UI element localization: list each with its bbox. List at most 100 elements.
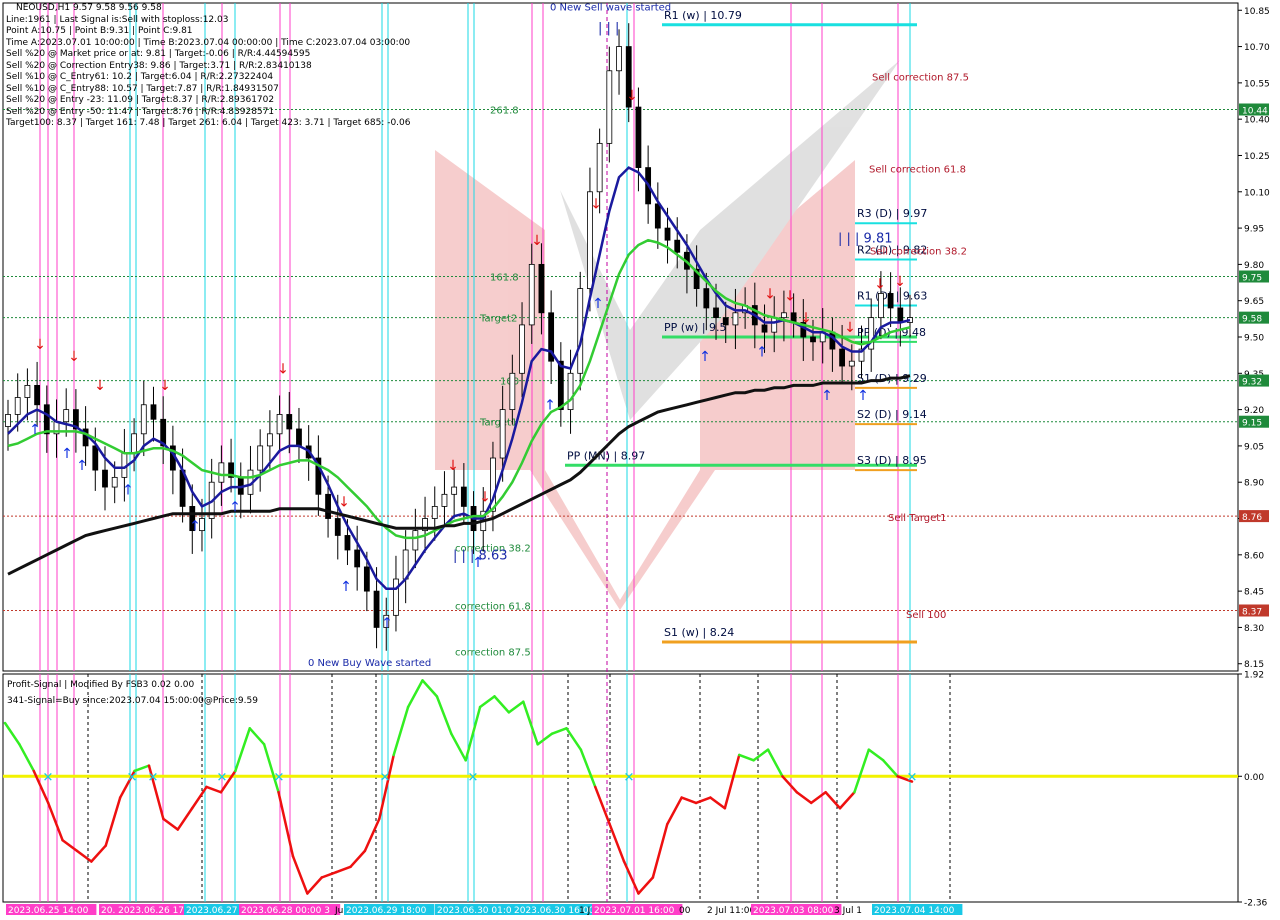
candle-body [412,530,419,551]
price-badge-label: 10.44 [1242,106,1268,116]
fib-level-label: Target2 [479,314,517,325]
cross-signal-icon: ✕ [907,770,918,785]
candle-body [111,476,118,488]
candle-body [14,397,21,415]
buy-arrow-icon: ↑ [229,499,241,515]
candle-body [848,360,855,367]
price-axis-label: 10.85 [1244,7,1270,17]
time-axis-label: 2023.07.01 16:00 [594,906,675,916]
candle-body [373,590,380,628]
candle-body [781,312,787,319]
buy-arrow-icon: ↑ [821,388,833,404]
sell-arrow-icon: ↓ [94,378,106,394]
price-badge-label: 8.37 [1242,607,1262,617]
candle-body [761,324,768,333]
sell-arrow-icon: ↓ [590,197,602,213]
indicator-title: Profit-Signal | Modified By FSB3 0.02 0.… [7,680,195,690]
pivot-level-label: R3 (D) | 9.97 [857,207,927,220]
buy-arrow-icon: ↑ [756,344,768,360]
fib-level-label: Target1 [479,418,517,429]
candle-body [460,486,467,507]
pivot-level-label: R1 (w) | 10.79 [664,9,742,22]
info-line: Sell %20 @ Correction Entry38: 9.86 | Ta… [6,60,312,71]
sell-arrow-icon: ↓ [277,361,289,377]
candle-body [344,535,351,551]
candle-body [150,404,157,420]
price-axis-label: 8.45 [1244,588,1264,598]
price-axis-label: 10.40 [1244,116,1270,126]
sell-level-label: Sell Target1 [888,513,947,524]
sell-arrow-icon: ↓ [784,289,796,305]
sell-arrow-icon: ↓ [159,378,171,394]
price-axis-label: 9.05 [1244,442,1264,452]
wave-label: 0 New Buy Wave started [308,658,431,669]
sell-arrow-icon: ↓ [894,274,906,290]
chart-canvas: R1 (w) | 10.79R3 (D) | 9.97R2 (D) | 9.82… [2,2,1270,916]
candle-body [499,409,506,459]
indicator-axis-label: -2.36 [1244,899,1268,909]
candle-body [567,372,574,411]
time-axis-label: 2023.07.03 08:00 [753,906,834,916]
info-line: Sell %20 @ Market price or at: 9.81 | Ta… [6,49,311,59]
candle-body [5,414,11,427]
candle-body [334,518,341,536]
sell-arrow-icon: ↓ [531,233,543,249]
cross-signal-icon: ✕ [127,770,138,785]
sell-arrow-icon: ↓ [479,490,491,506]
candle-body [703,288,710,309]
candle-body [664,227,671,241]
time-axis-label: 00 [679,906,691,916]
wave-label: | | | [598,21,619,36]
candle-body [674,239,681,253]
price-axis-label: 10.70 [1244,43,1270,53]
candle-body [431,506,438,519]
candle-body [538,263,545,314]
price-badge-label: 8.76 [1242,513,1262,523]
price-axis-label: 9.50 [1244,334,1264,344]
time-axis-label: 2023.06.30 01:00 [437,906,518,916]
candle-body [363,566,370,592]
sell-arrow-icon: ↓ [34,337,46,353]
indicator-panel-labels: Profit-Signal | Modified By FSB3 0.02 0.… [7,677,258,709]
candle-body [266,433,273,447]
candle-body [596,142,603,193]
candle-body [43,404,50,435]
wave-label: | | | 9.81 [838,232,892,247]
indicator-axis-label: 0.00 [1244,773,1264,783]
price-axis-label: 9.95 [1244,225,1264,235]
buy-arrow-icon: ↑ [76,458,88,474]
candle-body [509,372,516,411]
pivot-level-label: PP (MN) | 8.97 [567,449,645,462]
candle-body [140,404,147,435]
sell-level-label: Sell 100 [906,610,946,621]
price-axis-label: 9.65 [1244,297,1264,307]
pivot-level-label: S3 (D) | 8.95 [857,454,927,467]
sell-level-label: Sell correction 87.5 [872,72,969,83]
sell-level-label: Sell correction 61.8 [869,164,966,175]
info-line: Sell %20 @ Entry -50: 11.47 | Target:8.7… [6,106,275,117]
candle-body [557,360,564,411]
price-axis-label: 9.80 [1244,261,1264,271]
candle-body [887,293,894,309]
price-axis-label: 10.10 [1244,188,1270,198]
time-axis-label: 2023.07.04 14:00 [874,906,955,916]
sell-level-label: Sell correction 38.2 [870,247,967,258]
price-axis-label: 9.20 [1244,406,1264,416]
price-axis-label: 8.15 [1244,660,1264,670]
candle-body [286,414,293,430]
sell-arrow-icon: ↓ [800,310,812,326]
candle-body [829,331,836,350]
candle-body [722,317,729,326]
cross-signal-icon: ✕ [468,770,479,785]
info-panel: NEOUSD,H1 9.57 9.58 9.56 9.58 Line:1961 … [6,3,410,130]
cross-signal-icon: ✕ [380,770,391,785]
sell-arrow-icon: ↓ [447,458,459,474]
time-axis-label: 2023.06.25 14:00 [8,906,89,916]
candle-body [878,293,884,319]
info-line: Sell %10 @ C_Entry88: 10.57 | Target:7.8… [6,83,279,94]
candle-body [897,307,904,323]
indicator-subtitle: 341-Signal=Buy since:2023.07.04 15:00:00… [7,696,258,706]
buy-arrow-icon: ↑ [122,482,134,498]
candle-body [635,106,642,168]
indicator-axis-label: 1.92 [1244,671,1264,681]
